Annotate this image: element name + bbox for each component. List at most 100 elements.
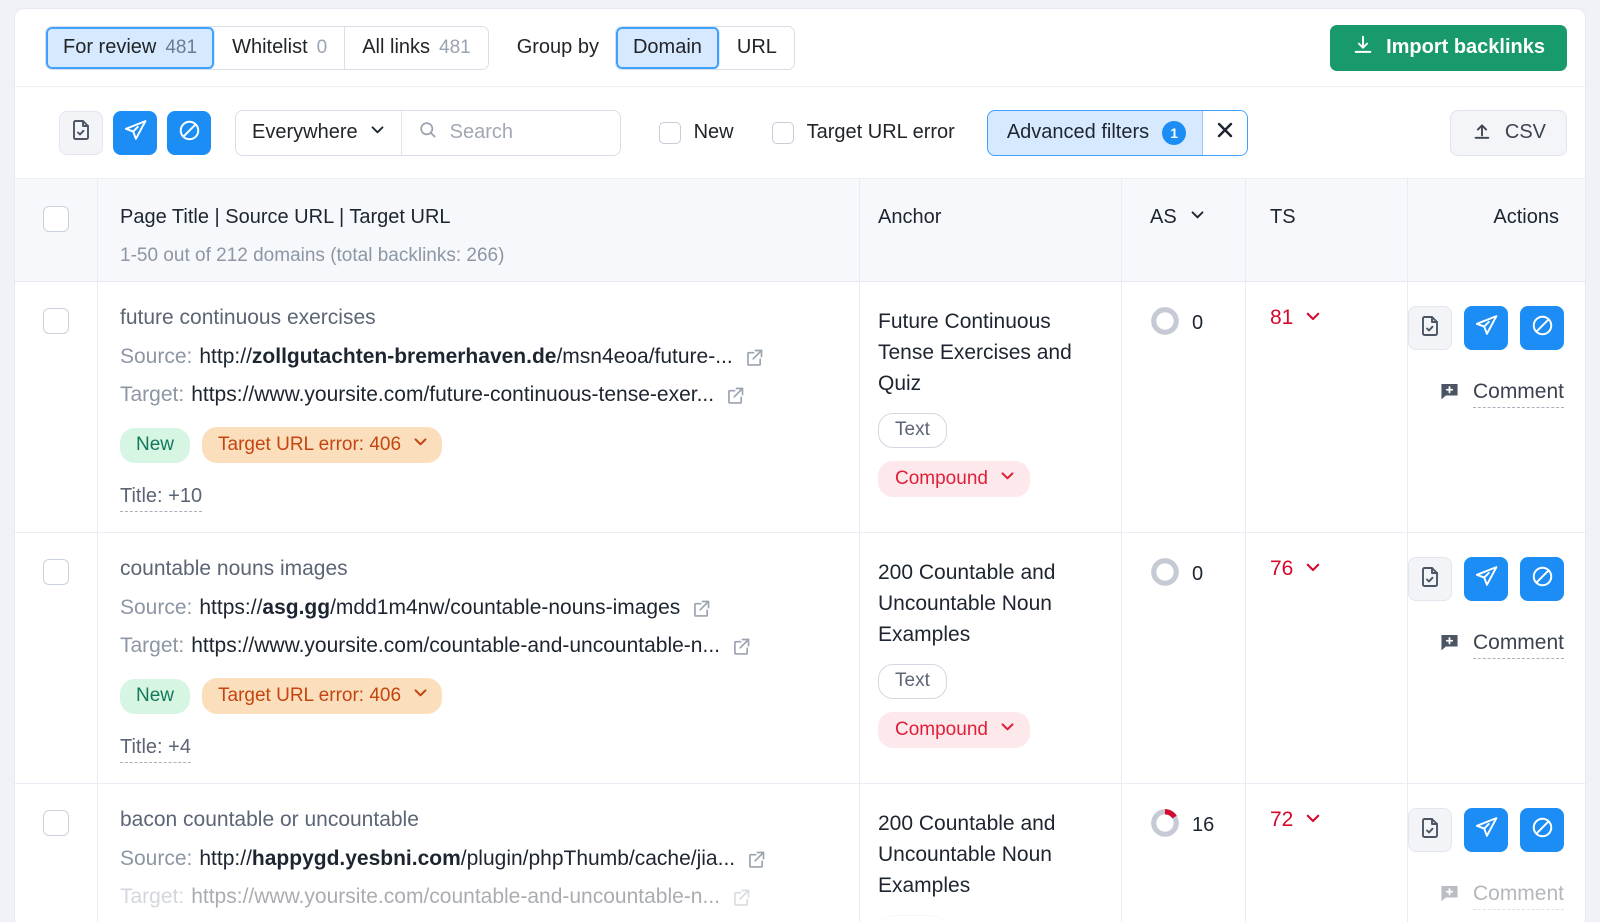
table-row: bacon countable or uncountable Source: h… xyxy=(15,784,1585,922)
title-more-toggle[interactable]: Title: +4 xyxy=(120,736,191,763)
search-input[interactable] xyxy=(450,121,604,144)
filter-target-url-error[interactable]: Target URL error xyxy=(772,121,955,144)
export-csv-button[interactable]: CSV xyxy=(1450,110,1567,156)
external-link-icon[interactable] xyxy=(725,385,746,406)
row-source-url[interactable]: Source: http:// happygd.yesbni.com /plug… xyxy=(120,847,833,871)
outreach-button[interactable] xyxy=(1464,557,1508,601)
row-target-url[interactable]: Target: https://www.yoursite.com/future-… xyxy=(120,383,833,407)
authority-score-value: 0 xyxy=(1192,312,1203,335)
external-link-icon[interactable] xyxy=(731,887,752,908)
chevron-down-icon xyxy=(1304,809,1322,832)
tab-for-review[interactable]: For review 481 xyxy=(46,27,215,69)
header-as-cell[interactable]: AS xyxy=(1121,179,1245,281)
clear-advanced-filters-button[interactable] xyxy=(1203,111,1247,155)
external-link-icon[interactable] xyxy=(731,636,752,657)
source-label: Source: xyxy=(120,847,192,871)
block-icon xyxy=(177,118,202,148)
anchor-tags: Text Compound xyxy=(878,413,1101,497)
filter-target-url-error-checkbox[interactable] xyxy=(772,122,794,144)
group-by-domain[interactable]: Domain xyxy=(616,27,720,69)
toxicity-score[interactable]: 81 xyxy=(1270,306,1407,330)
tab-whitelist[interactable]: Whitelist 0 xyxy=(215,27,345,69)
row-as-cell: 0 xyxy=(1121,533,1245,783)
disavow-button[interactable] xyxy=(167,111,211,155)
header-ts-label: TS xyxy=(1270,206,1296,229)
row-source-url[interactable]: Source: https:// asg.gg /mdd1m4nw/counta… xyxy=(120,596,833,620)
tab-for-review-count: 481 xyxy=(165,37,197,59)
row-checkbox[interactable] xyxy=(43,559,69,585)
badge-new: New xyxy=(120,679,190,714)
disavow-button[interactable] xyxy=(1520,557,1564,601)
filter-new[interactable]: New xyxy=(659,121,734,144)
main-card: For review 481 Whitelist 0 All links 481… xyxy=(14,8,1586,922)
group-by-url[interactable]: URL xyxy=(720,27,794,69)
table-header-row: Page Title | Source URL | Target URL 1-5… xyxy=(15,179,1585,282)
row-checkbox[interactable] xyxy=(43,810,69,836)
scope-select-value: Everywhere xyxy=(252,121,358,144)
chevron-down-icon xyxy=(1189,206,1206,229)
advanced-filters: Advanced filters 1 xyxy=(987,110,1248,156)
filter-new-checkbox[interactable] xyxy=(659,122,681,144)
mark-reviewed-button[interactable] xyxy=(1408,557,1452,601)
header-anchor-cell: Anchor xyxy=(859,179,1121,281)
add-comment-button[interactable]: Comment xyxy=(1408,882,1564,910)
select-all-checkbox[interactable] xyxy=(43,206,69,232)
advanced-filters-button[interactable]: Advanced filters 1 xyxy=(988,111,1203,155)
badge-target-url-error-label: Target URL error: 406 xyxy=(218,685,401,707)
tag-compound-label: Compound xyxy=(895,468,988,490)
scope-select[interactable]: Everywhere xyxy=(236,111,402,155)
row-main-cell: countable nouns images Source: https:// … xyxy=(97,533,859,783)
source-domain: zollgutachten-bremerhaven.de xyxy=(252,345,557,369)
anchor-text: 200 Countable and Uncountable Noun Examp… xyxy=(878,808,1101,901)
row-actions-cell: Comment xyxy=(1407,282,1586,532)
row-badges: New Target URL error: 406 xyxy=(120,427,833,463)
row-source-url[interactable]: Source: http:// zollgutachten-bremerhave… xyxy=(120,345,833,369)
tab-all-links[interactable]: All links 481 xyxy=(345,27,488,69)
outreach-button[interactable] xyxy=(1464,306,1508,350)
top-toolbar: For review 481 Whitelist 0 All links 481… xyxy=(15,9,1585,87)
filter-new-label: New xyxy=(694,121,734,144)
chevron-down-icon xyxy=(412,684,429,707)
title-more-toggle[interactable]: Title: +10 xyxy=(120,485,202,512)
row-checkbox[interactable] xyxy=(43,308,69,334)
chevron-down-icon xyxy=(412,433,429,456)
badge-target-url-error[interactable]: Target URL error: 406 xyxy=(202,678,442,714)
disavow-button[interactable] xyxy=(1520,808,1564,852)
source-domain: happygd.yesbni.com xyxy=(252,847,461,871)
toxicity-score[interactable]: 72 xyxy=(1270,808,1407,832)
row-page-title: bacon countable or uncountable xyxy=(120,808,833,832)
mark-reviewed-button[interactable] xyxy=(59,111,103,155)
disavow-button[interactable] xyxy=(1520,306,1564,350)
header-ts-cell[interactable]: TS xyxy=(1245,179,1407,281)
select-all-cell xyxy=(15,179,97,281)
row-page-title: future continuous exercises xyxy=(120,306,833,330)
close-icon xyxy=(1214,119,1236,146)
outreach-button[interactable] xyxy=(1464,808,1508,852)
badge-target-url-error[interactable]: Target URL error: 406 xyxy=(202,427,442,463)
block-icon xyxy=(1530,313,1555,343)
mark-reviewed-button[interactable] xyxy=(1408,306,1452,350)
toxicity-score-value: 72 xyxy=(1270,808,1293,832)
chevron-down-icon xyxy=(999,467,1016,490)
source-path: /msn4eoa/future-... xyxy=(556,345,732,369)
toxicity-score[interactable]: 76 xyxy=(1270,557,1407,581)
row-target-url[interactable]: Target: https://www.yoursite.com/countab… xyxy=(120,634,833,658)
mark-reviewed-button[interactable] xyxy=(1408,808,1452,852)
external-link-icon[interactable] xyxy=(744,347,765,368)
add-comment-button[interactable]: Comment xyxy=(1408,380,1564,408)
source-label: Source: xyxy=(120,596,192,620)
group-by-label: Group by xyxy=(517,36,599,59)
outreach-button[interactable] xyxy=(113,111,157,155)
row-ts-cell: 72 xyxy=(1245,784,1407,922)
import-backlinks-button[interactable]: Import backlinks xyxy=(1330,25,1567,71)
tag-compound[interactable]: Compound xyxy=(878,461,1030,497)
row-anchor-cell: 200 Countable and Uncountable Noun Examp… xyxy=(859,533,1121,783)
external-link-icon[interactable] xyxy=(746,849,767,870)
row-target-url[interactable]: Target: https://www.yoursite.com/countab… xyxy=(120,885,833,909)
external-link-icon[interactable] xyxy=(691,598,712,619)
add-comment-button[interactable]: Comment xyxy=(1408,631,1564,659)
paper-plane-icon xyxy=(1474,313,1499,343)
group-by-tabs: Domain URL xyxy=(615,26,795,70)
row-select-cell xyxy=(15,282,97,532)
tag-compound[interactable]: Compound xyxy=(878,712,1030,748)
